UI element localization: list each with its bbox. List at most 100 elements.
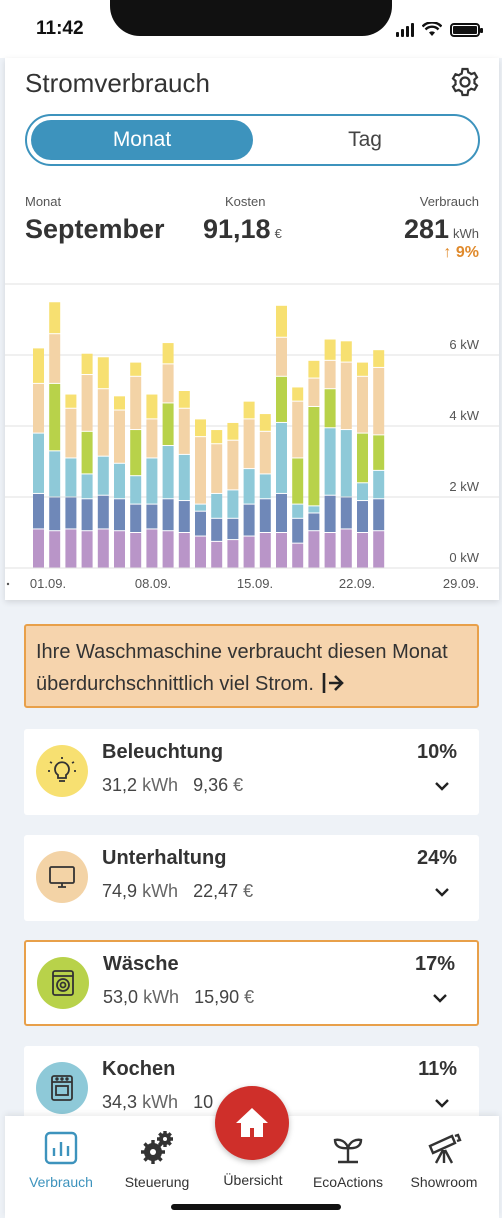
chart-bar-segment[interactable] <box>211 541 223 568</box>
settings-gear-icon[interactable] <box>449 66 481 98</box>
chart-bar-segment[interactable] <box>340 362 352 430</box>
chart-bar-segment[interactable] <box>178 454 190 501</box>
chart-bar-segment[interactable] <box>211 444 223 493</box>
chart-bar-segment[interactable] <box>49 451 61 497</box>
chart-bar-segment[interactable] <box>357 362 368 376</box>
chart-bar-segment[interactable] <box>114 396 125 410</box>
chart-bar-segment[interactable] <box>162 403 174 446</box>
tab-ecoactions[interactable]: EcoActions <box>300 1130 396 1190</box>
chart-bar-segment[interactable] <box>146 419 158 458</box>
tab-monat[interactable]: Monat <box>31 120 253 160</box>
chart-bar-segment[interactable] <box>33 493 44 529</box>
chart-bar-segment[interactable] <box>81 531 93 568</box>
chart-bar-segment[interactable] <box>49 531 61 568</box>
chart-bar-segment[interactable] <box>243 504 255 536</box>
chart-bar-segment[interactable] <box>211 430 223 444</box>
chart-bar-segment[interactable] <box>195 437 206 504</box>
chart-bar-segment[interactable] <box>308 531 320 568</box>
chart-bar-segment[interactable] <box>373 367 385 435</box>
chart-bar-segment[interactable] <box>324 339 336 360</box>
tab-showroom[interactable]: Showroom <box>396 1130 492 1190</box>
chart-bar-segment[interactable] <box>243 469 255 504</box>
chart-bar-segment[interactable] <box>243 419 255 469</box>
chart-bar-segment[interactable] <box>146 458 158 504</box>
chart-bar-segment[interactable] <box>308 378 320 406</box>
chart-bar-segment[interactable] <box>146 394 158 419</box>
chart-bar-segment[interactable] <box>357 501 368 532</box>
category-card-beleuchtung[interactable]: Beleuchtung 31,2 kWh 9,36 € 10% <box>24 729 479 815</box>
chart-bar-segment[interactable] <box>308 406 320 506</box>
chart-bar-segment[interactable] <box>97 357 109 389</box>
chart-bar-segment[interactable] <box>130 430 142 476</box>
chart-bar-segment[interactable] <box>49 497 61 531</box>
chart-bar-segment[interactable] <box>81 474 93 499</box>
chart-bar-segment[interactable] <box>276 422 287 493</box>
chart-bar-segment[interactable] <box>324 495 336 532</box>
chevron-down-icon[interactable] <box>433 883 451 901</box>
chart-bar-segment[interactable] <box>340 430 352 497</box>
chart-bar-segment[interactable] <box>146 529 158 568</box>
chart-bar-segment[interactable] <box>357 533 368 568</box>
chart-bar-segment[interactable] <box>259 499 271 532</box>
category-card-unterhaltung[interactable]: Unterhaltung 74,9 kWh 22,47 € 24% <box>24 835 479 921</box>
chart-bar-segment[interactable] <box>162 531 174 568</box>
chart-bar-segment[interactable] <box>259 431 271 474</box>
chevron-down-icon[interactable] <box>431 989 449 1007</box>
chart-bar-segment[interactable] <box>65 408 77 458</box>
chart-bar-segment[interactable] <box>114 410 125 463</box>
chart-bar-segment[interactable] <box>33 383 44 433</box>
chart-bar-segment[interactable] <box>49 302 61 334</box>
chevron-down-icon[interactable] <box>433 1094 451 1112</box>
chart-bar-segment[interactable] <box>259 414 271 431</box>
chart-bar-segment[interactable] <box>130 504 142 532</box>
chart-bar-segment[interactable] <box>227 422 239 440</box>
chart-bar-segment[interactable] <box>340 529 352 568</box>
chart-bar-segment[interactable] <box>97 495 109 529</box>
chart-bar-segment[interactable] <box>114 499 125 531</box>
tab-steuerung[interactable]: Steuerung <box>109 1130 205 1190</box>
chart-bar-segment[interactable] <box>227 490 239 518</box>
chart-bar-segment[interactable] <box>340 497 352 529</box>
chart-bar-segment[interactable] <box>114 531 125 568</box>
chart-bar-segment[interactable] <box>65 529 77 568</box>
chart-bar-segment[interactable] <box>259 474 271 499</box>
chart-bar-segment[interactable] <box>211 493 223 518</box>
chart-bar-segment[interactable] <box>357 376 368 433</box>
chart-bar-segment[interactable] <box>97 456 109 495</box>
chart-bar-segment[interactable] <box>373 350 385 367</box>
chart-bar-segment[interactable] <box>308 513 320 531</box>
chart-bar-segment[interactable] <box>178 501 190 532</box>
chart-bar-segment[interactable] <box>357 433 368 483</box>
chart-bar-segment[interactable] <box>340 341 352 362</box>
chart-bar-segment[interactable] <box>276 305 287 337</box>
chart-bar-segment[interactable] <box>195 504 206 511</box>
chart-bar-segment[interactable] <box>81 499 93 531</box>
chart-bar-segment[interactable] <box>276 337 287 376</box>
chart-bar-segment[interactable] <box>195 511 206 536</box>
chart-bar-segment[interactable] <box>373 499 385 531</box>
chart-bar-segment[interactable] <box>178 391 190 408</box>
chart-bar-segment[interactable] <box>114 463 125 499</box>
chart-bar-segment[interactable] <box>259 533 271 568</box>
chart-bar-segment[interactable] <box>146 504 158 529</box>
chart-bar-segment[interactable] <box>178 533 190 568</box>
chevron-down-icon[interactable] <box>433 777 451 795</box>
chart-bar-segment[interactable] <box>324 389 336 428</box>
chart-bar-segment[interactable] <box>97 389 109 456</box>
chart-bar-segment[interactable] <box>276 533 287 568</box>
chart-bar-segment[interactable] <box>81 431 93 474</box>
chart-bar-segment[interactable] <box>65 394 77 408</box>
home-button[interactable] <box>215 1086 289 1160</box>
chart-bar-segment[interactable] <box>65 497 77 529</box>
chart-bar-segment[interactable] <box>292 504 304 518</box>
chart-bar-segment[interactable] <box>292 401 304 458</box>
chart-bar-segment[interactable] <box>33 348 44 383</box>
chart-bar-segment[interactable] <box>162 343 174 364</box>
chart-bar-segment[interactable] <box>292 458 304 504</box>
chart-bar-segment[interactable] <box>195 419 206 437</box>
chart-bar-segment[interactable] <box>65 458 77 497</box>
tab-uebersicht-label[interactable]: Übersicht <box>205 1172 301 1188</box>
chart-bar-segment[interactable] <box>97 529 109 568</box>
chart-bar-segment[interactable] <box>373 470 385 499</box>
chart-bar-segment[interactable] <box>33 529 44 568</box>
